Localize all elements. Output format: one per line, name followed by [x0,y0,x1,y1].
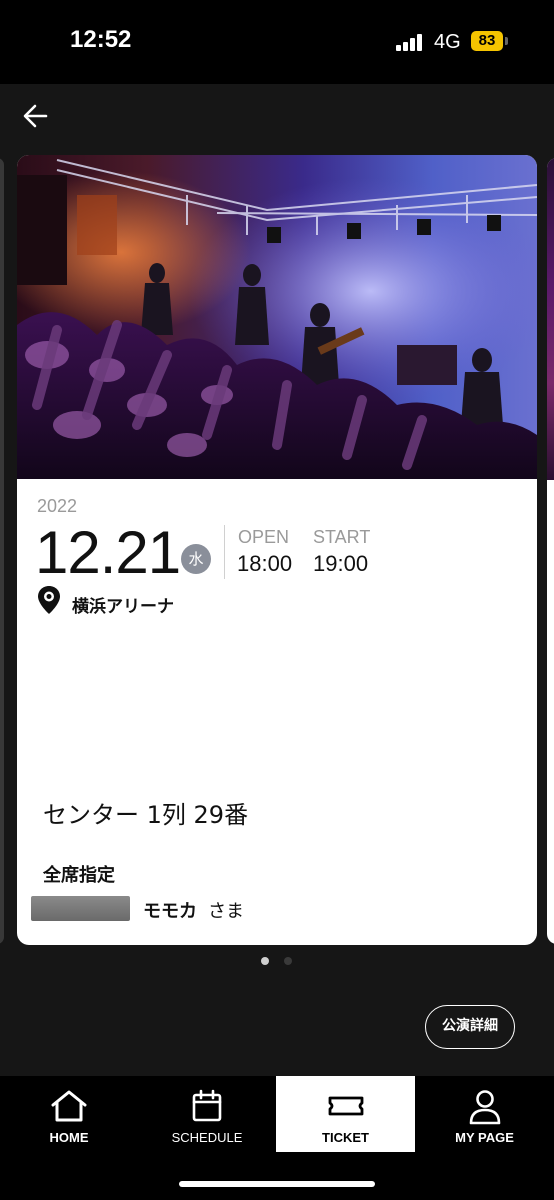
venue-name: 横浜アリーナ [72,597,174,617]
open-time: 18:00 [237,551,293,576]
tab-home-label: HOME [49,1130,89,1145]
tab-ticket-label: TICKET [322,1130,369,1145]
page-dot[interactable] [284,957,292,965]
open-label: OPEN [238,527,290,547]
battery-icon: 83 [471,31,503,51]
date-divider [224,525,225,579]
event-date: 12.21 [35,519,181,586]
network-type: 4G [434,31,461,53]
previous-card-peek [0,158,4,944]
seat-type: 全席指定 [43,865,115,886]
location-pin-icon [38,586,60,614]
ticket-holder-name: モモカ [143,901,197,922]
tab-my-page[interactable]: MY PAGE [415,1076,554,1152]
next-card-photo [547,158,554,480]
arrow-left-icon [23,104,48,128]
battery-nub [505,37,508,45]
home-indicator [179,1181,375,1187]
tab-schedule[interactable]: SCHEDULE [138,1076,276,1152]
event-year: 2022 [37,496,78,516]
tab-home[interactable]: HOME [0,1076,138,1152]
concert-photo [17,155,537,479]
home-icon [51,1090,87,1122]
event-details-button[interactable]: 公演詳細 [425,1005,515,1049]
start-label: START [313,527,371,547]
tab-schedule-label: SCHEDULE [171,1130,243,1145]
page-dot-active[interactable] [261,957,269,965]
ticket-holder-suffix: さま [208,901,244,922]
weekday-badge: 水 [181,544,211,574]
start-time: 19:00 [313,551,369,576]
back-button[interactable] [18,99,52,133]
seat-info: センター 1列 29番 [43,801,249,829]
redacted-barcode [31,896,130,921]
signal-icon [396,33,426,51]
next-card-peek[interactable] [547,158,554,944]
ticket-icon [328,1096,363,1116]
ticket-card[interactable]: 2022 12.21 水 OPEN 18:00 START 19:00 横浜アリ… [17,155,537,945]
calendar-icon [192,1089,222,1122]
tab-my-page-label: MY PAGE [455,1130,514,1145]
tab-ticket[interactable]: TICKET [276,1076,415,1152]
status-bar: 12:52 4G 83 [0,0,554,84]
status-time: 12:52 [70,26,132,53]
user-icon [469,1090,500,1125]
